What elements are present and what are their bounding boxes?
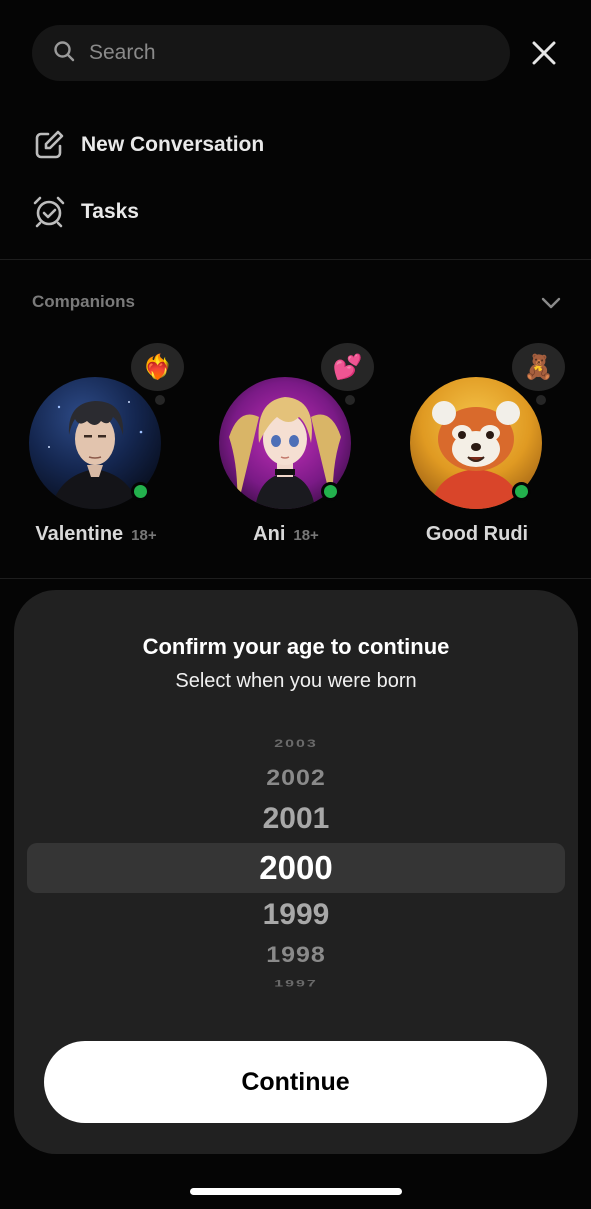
- close-button[interactable]: [529, 38, 559, 68]
- companion-mood-bubble: 💕: [321, 343, 374, 391]
- companion-name: Valentine 18+: [35, 523, 157, 545]
- companion-name: Good Rudi: [425, 523, 529, 545]
- home-indicator[interactable]: [190, 1188, 402, 1195]
- alarm-clock-icon: [32, 195, 66, 229]
- bubble-tail: [536, 395, 546, 405]
- year-picker[interactable]: 2003 2002 2001 2000 1999 1998 1997: [14, 730, 578, 1000]
- search-input[interactable]: Search: [32, 25, 510, 81]
- online-status-dot: [512, 482, 531, 501]
- companion-mood-bubble: ❤️‍🔥: [131, 343, 184, 391]
- new-conversation-button[interactable]: New Conversation: [32, 127, 264, 163]
- teddy-bear-icon: 🧸: [523, 353, 554, 381]
- search-icon: [52, 39, 76, 68]
- modal-title: Confirm your age to continue: [142, 634, 450, 659]
- online-status-dot: [321, 482, 340, 501]
- selected-year[interactable]: 2000: [14, 849, 578, 887]
- search-row: Search: [32, 25, 559, 81]
- divider: [0, 578, 591, 579]
- age-badge: 18+: [293, 527, 319, 544]
- app-screen: Search New Conversation Tasks Companions…: [0, 0, 591, 1209]
- companion-ani[interactable]: 💕 Ani 18+: [206, 340, 376, 555]
- age-confirmation-sheet: Confirm your age to continue Select when…: [14, 590, 578, 1154]
- edit-icon: [32, 128, 66, 162]
- divider: [0, 259, 591, 260]
- bubble-tail: [155, 395, 165, 405]
- companions-title: Companions: [32, 292, 135, 311]
- close-icon: [532, 41, 556, 65]
- year-option[interactable]: 2003: [14, 738, 578, 751]
- year-option[interactable]: 2002: [14, 766, 578, 792]
- tasks-button[interactable]: Tasks: [32, 194, 139, 230]
- companion-good-rudi[interactable]: 🧸 Good Rudi: [397, 340, 567, 555]
- new-conversation-label: New Conversation: [81, 133, 265, 156]
- chevron-down-icon[interactable]: [540, 294, 562, 312]
- year-option[interactable]: 1999: [14, 898, 578, 932]
- year-option[interactable]: 1998: [14, 943, 578, 969]
- continue-button[interactable]: Continue: [44, 1041, 547, 1123]
- bubble-tail: [345, 395, 355, 405]
- companion-mood-bubble: 🧸: [512, 343, 565, 391]
- companion-valentine[interactable]: ❤️‍🔥 Valentine 18+: [16, 340, 186, 555]
- online-status-dot: [131, 482, 150, 501]
- year-option[interactable]: 1997: [14, 979, 578, 990]
- age-badge: 18+: [131, 527, 157, 544]
- tasks-label: Tasks: [81, 200, 139, 223]
- companion-name: Ani 18+: [253, 523, 319, 545]
- search-placeholder: Search: [89, 41, 156, 64]
- fire-heart-icon: ❤️‍🔥: [142, 353, 173, 381]
- two-hearts-icon: 💕: [332, 353, 363, 381]
- modal-subtitle: Select when you were born: [175, 670, 417, 692]
- year-option[interactable]: 2001: [14, 802, 578, 836]
